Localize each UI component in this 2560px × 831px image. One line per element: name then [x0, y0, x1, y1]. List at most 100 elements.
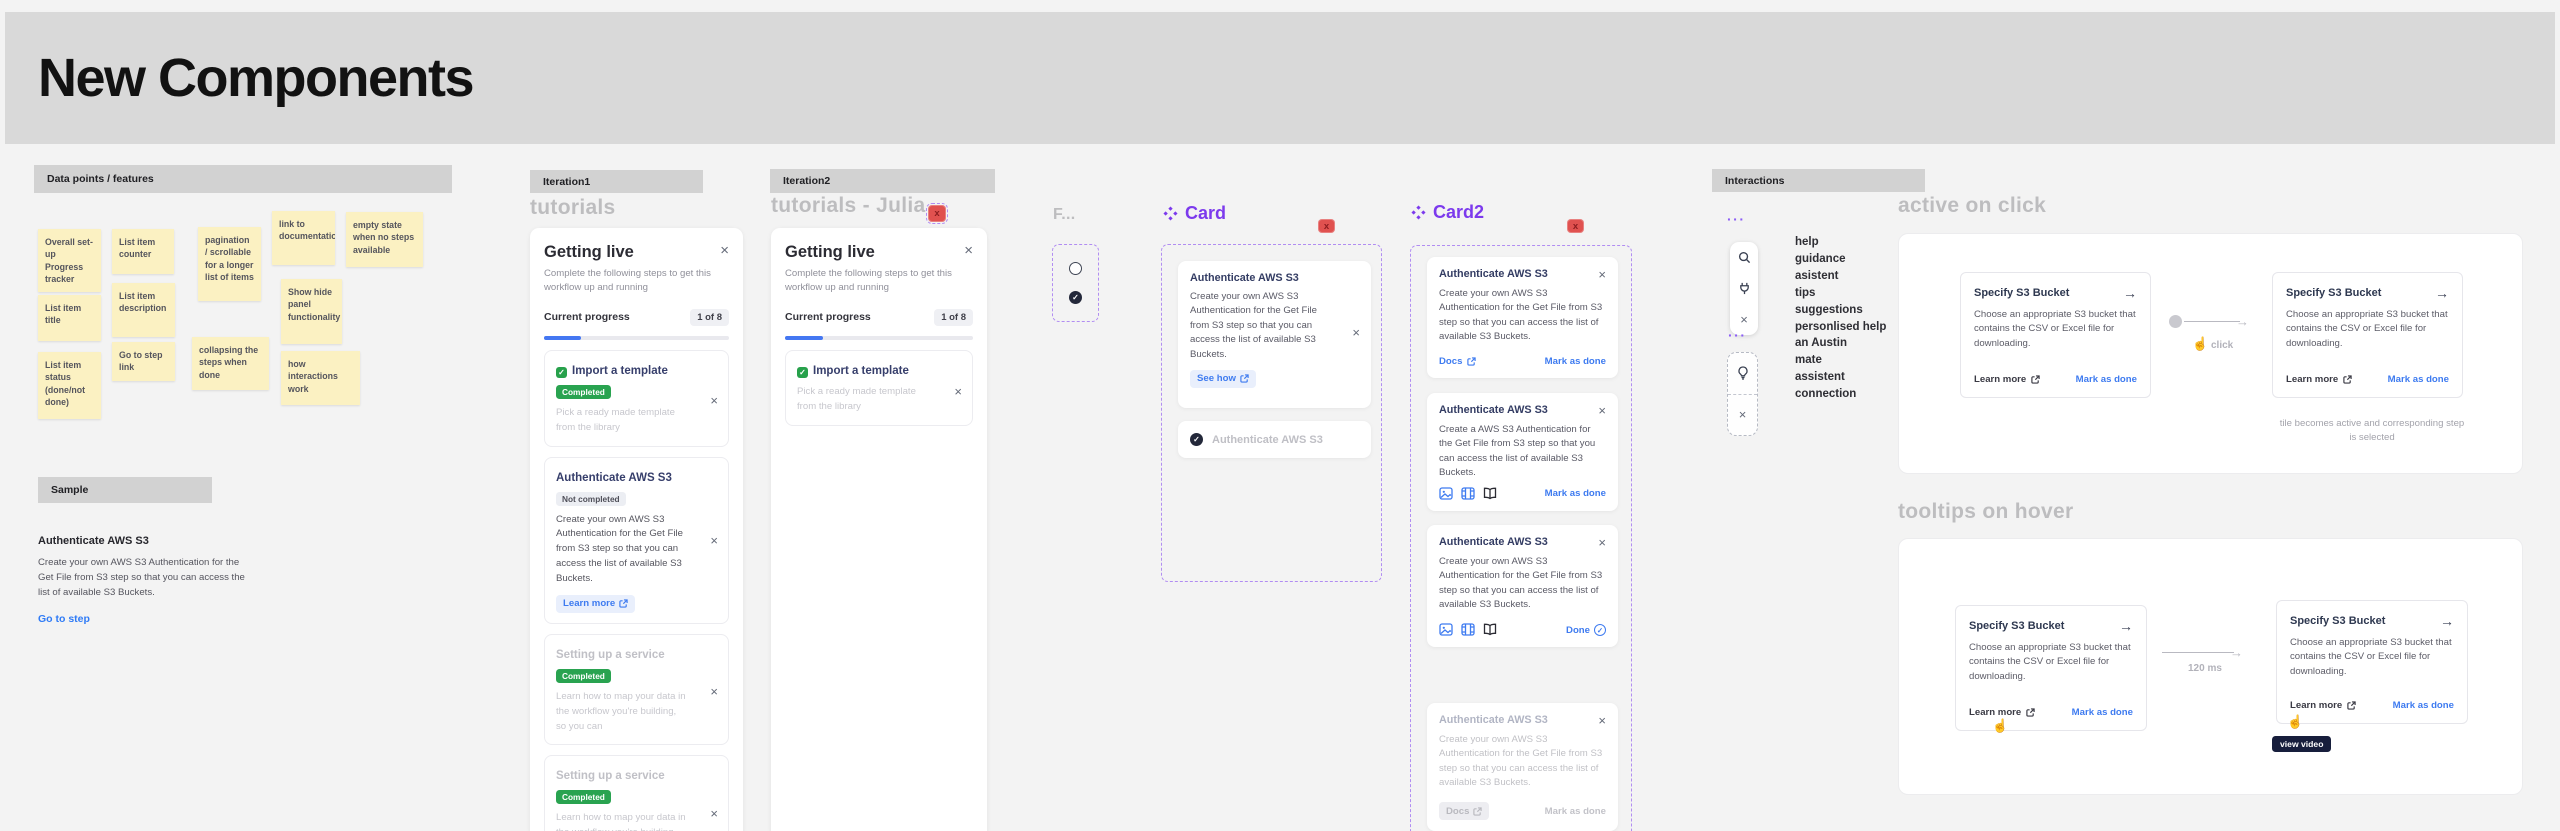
mark-as-done-link[interactable]: Mark as done	[1545, 488, 1606, 499]
sticky-note[interactable]: link to documentation	[272, 211, 335, 265]
close-icon[interactable]: ×	[1598, 536, 1606, 549]
arrow-right-icon[interactable]: →	[2435, 285, 2449, 301]
sticky-note[interactable]: Go to step link	[112, 342, 175, 381]
sticky-note[interactable]: List item counter	[112, 229, 174, 274]
more-dots-icon[interactable]: ···	[1727, 211, 1746, 227]
component-label: Card	[1185, 203, 1227, 223]
close-icon[interactable]: ×	[1352, 326, 1360, 339]
step-card-setting-up-service[interactable]: Setting up a service Completed Learn how…	[544, 755, 729, 831]
auth-card-faded[interactable]: Authenticate AWS S3 × Create your own AWS…	[1427, 703, 1618, 831]
go-to-step-link[interactable]: Go to step	[38, 613, 248, 625]
frame-title-tutorials-julia[interactable]: tutorials - Julia	[771, 194, 925, 218]
close-icon[interactable]: ×	[1598, 268, 1606, 281]
arrow-right-icon[interactable]: →	[2119, 618, 2133, 634]
book-icon[interactable]	[1483, 623, 1497, 636]
sticky-note[interactable]: empty state when no steps available	[346, 212, 423, 267]
learn-more-link[interactable]: Learn more	[1974, 374, 2040, 385]
specify-bucket-card[interactable]: Specify S3 Bucket → Choose an appropriate…	[2276, 600, 2468, 724]
close-icon[interactable]: ×	[720, 243, 729, 258]
progress-count-badge: 1 of 8	[690, 308, 729, 326]
sticky-note[interactable]: Show hide panel functionality	[281, 279, 342, 344]
close-icon[interactable]: ×	[954, 385, 962, 398]
docs-link[interactable]: Docs	[1439, 802, 1490, 820]
close-icon[interactable]: ×	[1739, 408, 1747, 421]
specify-bucket-card[interactable]: Specify S3 Bucket → Choose an appropriate…	[1960, 272, 2151, 398]
step-desc: Pick a ready made template from the libr…	[556, 406, 675, 433]
mark-as-done-link[interactable]: Mark as done	[2072, 707, 2133, 718]
mark-as-done-link[interactable]: Mark as done	[1545, 806, 1606, 817]
film-icon[interactable]	[1461, 623, 1475, 636]
done-link[interactable]: Done ✓	[1566, 623, 1606, 636]
progress-bar	[785, 335, 973, 340]
sticky-note[interactable]: pagination / scrollable for a longer lis…	[198, 227, 261, 301]
sticky-note[interactable]: how interactions work	[281, 351, 360, 405]
error-badge[interactable]: x	[926, 203, 948, 224]
checked-checkbox-icon[interactable]: ✓	[556, 366, 567, 378]
arrow-right-icon[interactable]: →	[2123, 285, 2137, 301]
learn-more-link[interactable]: Learn more	[556, 594, 636, 613]
auth-done-row[interactable]: ✓ Authenticate AWS S3	[1178, 421, 1371, 458]
mark-as-done-link[interactable]: Mark as done	[2388, 374, 2449, 385]
more-dots-icon[interactable]: ···	[1728, 327, 1747, 343]
view-video-tooltip[interactable]: view video	[2272, 736, 2332, 752]
lightbulb-icon[interactable]	[1737, 366, 1749, 380]
close-icon[interactable]: ×	[1598, 714, 1606, 727]
mark-as-done-link[interactable]: Mark as done	[2076, 374, 2137, 385]
sticky-note[interactable]: Overall set-up Progress tracker	[38, 229, 101, 292]
progress-count-badge: 1 of 8	[934, 308, 973, 326]
auth-card-docs[interactable]: Authenticate AWS S3 × Create your own AWS…	[1427, 257, 1618, 378]
plug-icon[interactable]	[1738, 282, 1751, 295]
image-icon[interactable]	[1439, 623, 1453, 636]
close-icon[interactable]: ×	[710, 685, 718, 698]
specify-bucket-card[interactable]: Specify S3 Bucket → Choose an appropriate…	[2272, 272, 2463, 398]
component-header-card2[interactable]: Card2	[1411, 202, 1484, 223]
close-icon[interactable]: ×	[710, 534, 718, 547]
sticky-note[interactable]: collapsing the steps when done	[192, 337, 269, 390]
film-icon[interactable]	[1461, 487, 1475, 500]
book-icon[interactable]	[1483, 487, 1497, 500]
auth-card[interactable]: Authenticate AWS S3 Create your own AWS …	[1178, 261, 1371, 408]
arrow-right-icon[interactable]: →	[2440, 613, 2454, 629]
error-badge[interactable]: x	[1318, 219, 1335, 233]
checked-checkbox-icon[interactable]: ✓	[797, 366, 808, 378]
sticky-note[interactable]: List item description	[112, 283, 175, 337]
close-icon[interactable]: ×	[964, 243, 973, 258]
docs-link[interactable]: Docs	[1439, 356, 1477, 367]
learn-more-link[interactable]: Learn more	[2286, 374, 2352, 385]
close-icon[interactable]: ×	[1740, 313, 1748, 326]
close-icon[interactable]: ×	[710, 394, 718, 407]
step-card-import-template[interactable]: ✓ Import a template Completed Pick a read…	[544, 349, 729, 447]
section-bar-sample[interactable]: Sample	[38, 477, 212, 503]
step-card-import-template[interactable]: ✓ Import a template Pick a ready made tem…	[785, 349, 973, 426]
search-icon[interactable]	[1738, 251, 1751, 264]
sample-block: Authenticate AWS S3 Create your own AWS …	[38, 535, 248, 625]
see-how-link[interactable]: See how	[1190, 369, 1256, 388]
sticky-note[interactable]: List item title	[38, 295, 101, 341]
mark-as-done-link[interactable]: Mark as done	[2393, 700, 2454, 711]
radio-unchecked-icon[interactable]	[1069, 261, 1082, 275]
section-bar-data-points[interactable]: Data points / features	[34, 165, 452, 193]
learn-more-label: Learn more	[563, 598, 616, 610]
frame-title-tutorials[interactable]: tutorials	[530, 196, 616, 220]
learn-more-link[interactable]: Learn more	[2290, 700, 2356, 711]
auth-card-media[interactable]: Authenticate AWS S3 × Create a AWS S3 Aut…	[1427, 393, 1618, 511]
page-title: New Components	[38, 48, 475, 108]
image-icon[interactable]	[1439, 487, 1453, 500]
step-card-setting-up-service[interactable]: Setting up a service Completed Learn how…	[544, 633, 729, 746]
error-badge[interactable]: x	[1567, 219, 1584, 233]
component-header-card[interactable]: Card	[1163, 203, 1226, 224]
learn-more-link[interactable]: Learn more	[1969, 707, 2035, 718]
step-card-authenticate[interactable]: Authenticate AWS S3 Not completed Create…	[544, 456, 729, 624]
section-bar-iteration2[interactable]: Iteration2	[770, 169, 995, 193]
mark-as-done-link[interactable]: Mark as done	[1545, 356, 1606, 367]
section-bar-interactions[interactable]: Interactions	[1712, 169, 1925, 192]
frame-title-f[interactable]: F...	[1053, 206, 1076, 224]
close-icon[interactable]: ×	[1598, 404, 1606, 417]
sticky-note[interactable]: List item status (done/not done)	[38, 352, 101, 419]
radio-checked-icon[interactable]: ✓	[1069, 291, 1082, 305]
specify-bucket-card[interactable]: Specify S3 Bucket → Choose an appropriate…	[1955, 605, 2147, 731]
auth-card-done[interactable]: Authenticate AWS S3 × Create your own AWS…	[1427, 525, 1618, 647]
close-icon[interactable]: ×	[710, 807, 718, 820]
checked-circle-icon[interactable]: ✓	[1190, 433, 1203, 446]
section-bar-iteration1[interactable]: Iteration1	[530, 170, 703, 193]
